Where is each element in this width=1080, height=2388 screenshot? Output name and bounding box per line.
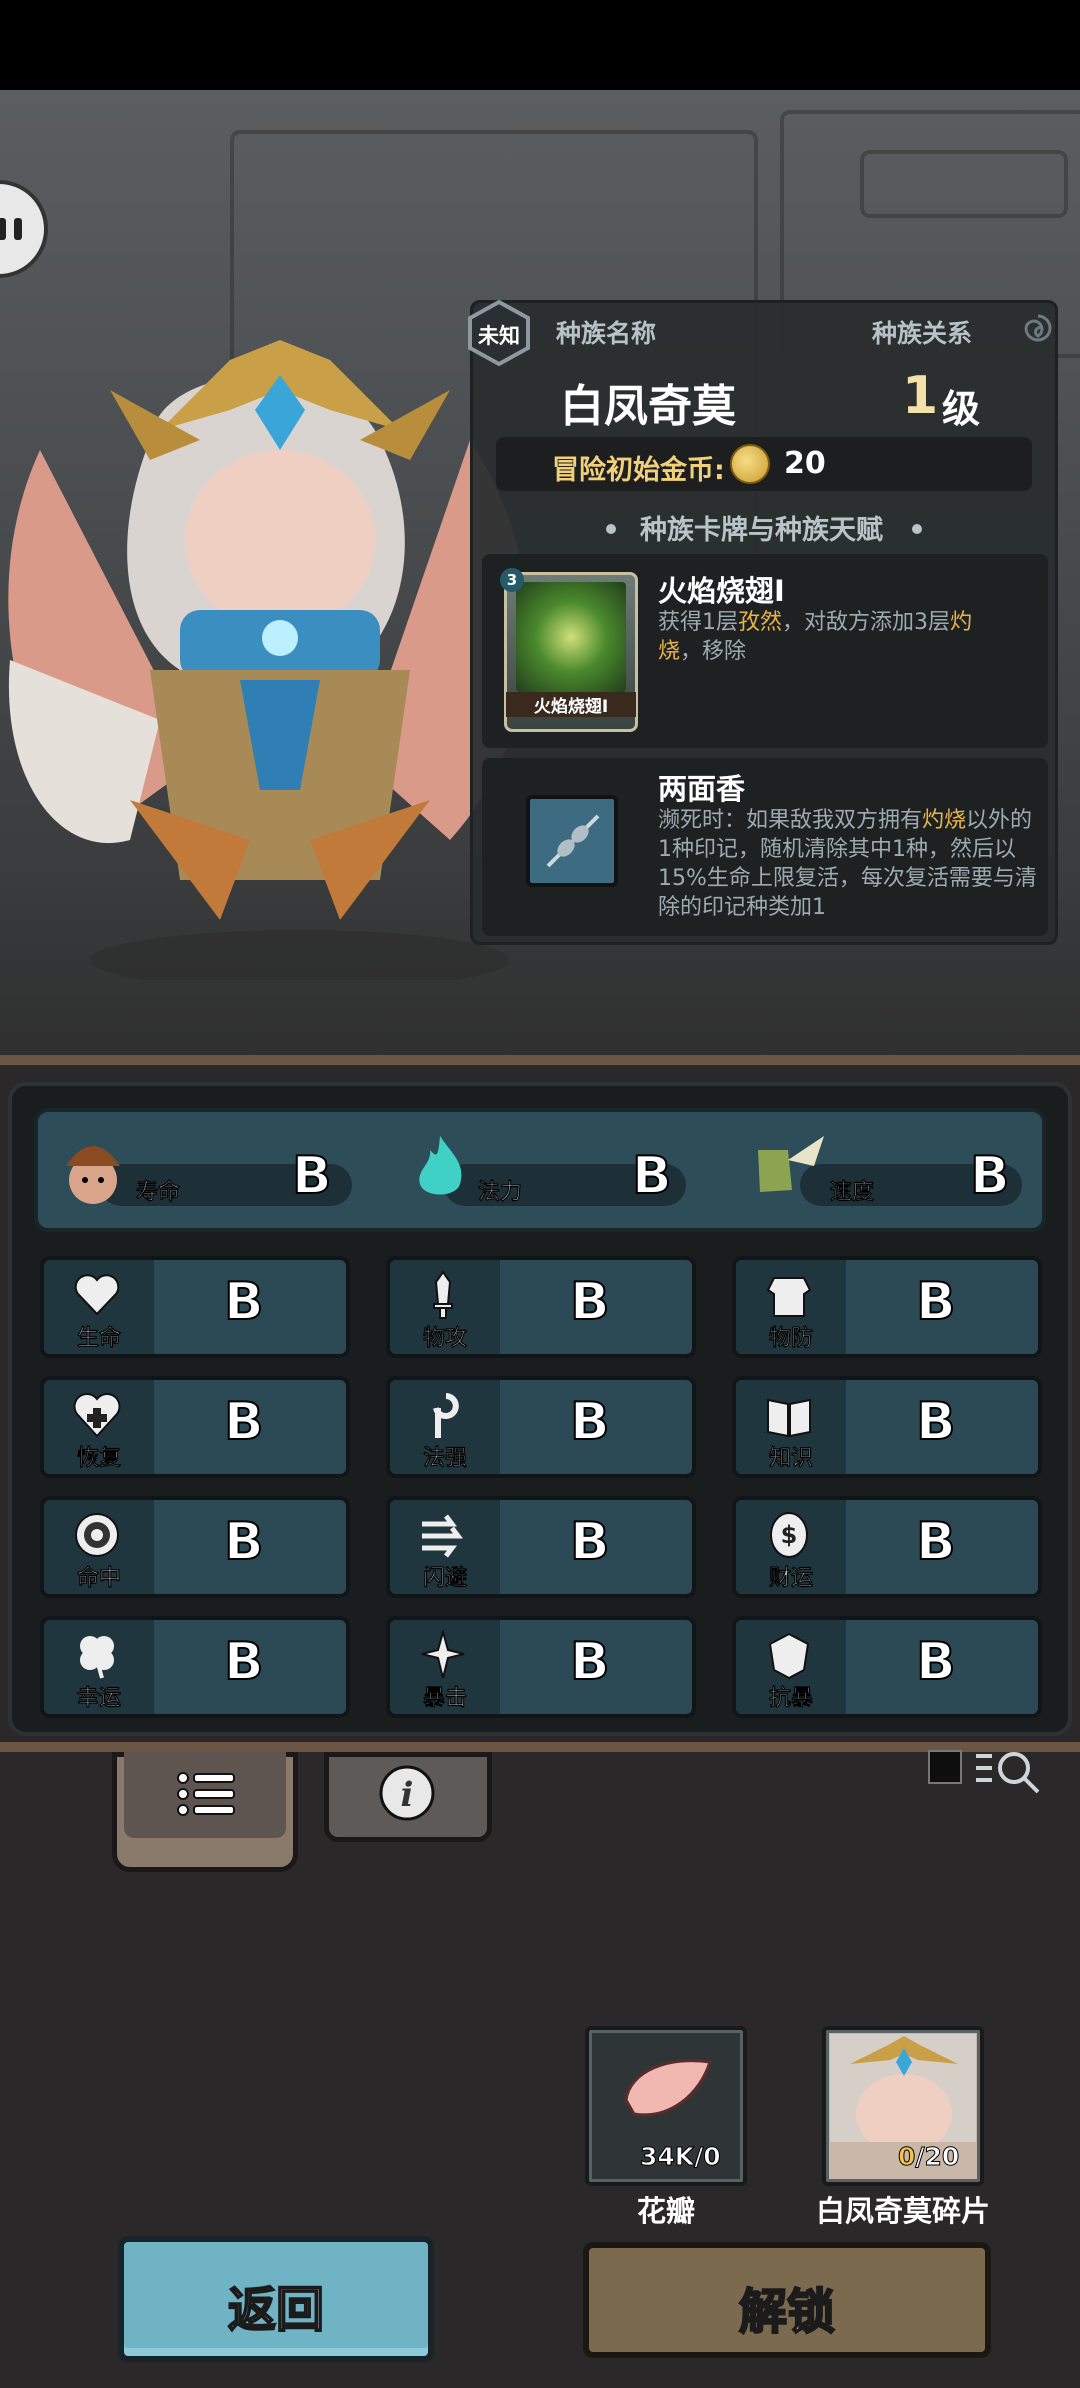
filter-toggle-checkbox[interactable] — [928, 1750, 962, 1784]
lifespan-label: 寿命 — [136, 1180, 181, 1206]
race-name: 白凤奇莫 — [560, 381, 736, 432]
unknown-badge-label: 未知 — [478, 324, 520, 348]
divider-dot-left — [606, 524, 616, 534]
divider-dot-right — [912, 524, 922, 534]
stat-grade: B — [223, 1271, 265, 1333]
book-icon — [767, 1398, 811, 1438]
sword-icon — [433, 1270, 453, 1319]
mana-grade: B — [631, 1145, 673, 1207]
stat-label: 财运 — [768, 1566, 814, 1592]
panel-frame-top — [0, 1055, 1080, 1065]
shard-name: 白凤奇莫碎片 — [815, 2194, 990, 2228]
race-card-thumb-label: 火焰烧翅I — [506, 692, 636, 717]
info-icon: i — [379, 1765, 435, 1821]
stat-label: 闪避 — [422, 1566, 468, 1592]
race-name-header: 种族名称 — [556, 319, 657, 348]
stat-cell[interactable]: 幸运 B — [40, 1616, 350, 1718]
stat-grade: B — [569, 1391, 611, 1453]
heart-plus-icon — [73, 1393, 121, 1438]
stat-label: 生命 — [76, 1326, 122, 1352]
race-level-unit: 级 — [942, 387, 981, 431]
section-title: 种族卡牌与种族天赋 — [640, 515, 883, 546]
unlock-button[interactable]: 解锁 — [583, 2242, 991, 2358]
speed-grade: B — [969, 1145, 1011, 1207]
race-relation-header[interactable]: 种族关系 — [872, 314, 972, 350]
petal-icon — [624, 2059, 712, 2117]
start-gold-value: 20 — [784, 446, 826, 481]
hero-portrait-icon — [830, 2034, 976, 2142]
stat-label: 幸运 — [76, 1686, 122, 1712]
blue-flame-icon — [419, 1136, 462, 1195]
stat-cell[interactable]: 命中 B — [40, 1496, 350, 1598]
stat-grade: B — [223, 1631, 265, 1693]
stat-label: 命中 — [76, 1566, 122, 1592]
unknown-badge-text-wrap: 未知 — [466, 300, 532, 366]
crit-burst-icon — [421, 1630, 465, 1679]
stat-cell[interactable]: $ 财运 B — [732, 1496, 1042, 1598]
list-icon — [177, 1772, 235, 1816]
race-level-number: 1 — [902, 366, 939, 426]
stat-label: 恢复 — [76, 1446, 122, 1472]
stat-grade: B — [569, 1271, 611, 1333]
skewer-icon — [546, 814, 600, 868]
gold-coin-icon — [730, 444, 770, 484]
stat-label: 法强 — [422, 1446, 468, 1472]
armor-icon — [766, 1277, 812, 1317]
petal-name: 花瓣 — [636, 2194, 695, 2228]
winged-boot-icon — [758, 1136, 824, 1192]
flame-wing-card-art — [516, 582, 626, 692]
status-bar — [0, 0, 1080, 90]
heart-icon — [74, 1274, 120, 1316]
stat-cell[interactable]: 法强 B — [386, 1376, 696, 1478]
stat-grade: B — [569, 1511, 611, 1573]
stat-cell[interactable]: 恢复 B — [40, 1376, 350, 1478]
stat-cell[interactable]: 抗暴 B — [732, 1616, 1042, 1718]
stat-cell[interactable]: 生命 B — [40, 1256, 350, 1358]
stat-grade: B — [915, 1271, 957, 1333]
petal-count: 34K/0 — [640, 2142, 722, 2172]
start-gold-label: 冒险初始金币: — [552, 455, 725, 486]
mana-label: 法力 — [478, 1180, 523, 1206]
race-talent-description: 濒死时：如果敌我双方拥有灼烧以外的1种印记，随机清除其中1种，然后以15%生命上… — [658, 808, 1037, 920]
race-talent-name: 两面香 — [658, 772, 746, 806]
stat-cell[interactable]: 暴击 B — [386, 1616, 696, 1718]
shield-burst-icon — [768, 1632, 810, 1680]
dodge-arrows-icon — [422, 1514, 463, 1558]
back-button-label: 返回 — [227, 2281, 325, 2339]
stat-label: 物防 — [768, 1326, 814, 1352]
stat-grade: B — [915, 1511, 957, 1573]
stat-grade: B — [569, 1631, 611, 1693]
search-list-icon[interactable] — [972, 1748, 1044, 1798]
staff-icon — [433, 1393, 459, 1438]
stat-grade: B — [223, 1391, 265, 1453]
stat-grade: B — [915, 1631, 957, 1693]
stat-cell[interactable]: 闪避 B — [386, 1496, 696, 1598]
back-button[interactable]: 返回 — [118, 2236, 434, 2362]
lifespan-grade: B — [291, 1145, 333, 1207]
stat-label: 暴击 — [422, 1686, 468, 1712]
unlock-button-label: 解锁 — [738, 2283, 836, 2341]
clover-icon — [80, 1636, 114, 1679]
stat-grade: B — [915, 1391, 957, 1453]
stat-label: 知识 — [768, 1446, 814, 1472]
target-icon — [75, 1513, 119, 1557]
race-card-description: 获得1层孜然，对敌方添加3层灼 烧，移除 — [658, 610, 973, 664]
stat-cell[interactable]: 物防 B — [732, 1256, 1042, 1358]
stat-label: 抗暴 — [768, 1686, 814, 1712]
coin-icon: $ — [770, 1512, 808, 1558]
race-card-name: 火焰烧翅I — [658, 574, 785, 608]
stat-label: 物攻 — [422, 1326, 468, 1352]
card-cost-badge: 3 — [500, 568, 524, 592]
stat-cell[interactable]: 知识 B — [732, 1376, 1042, 1478]
stat-grade: B — [223, 1511, 265, 1573]
svg-text:i: i — [401, 1775, 414, 1815]
swirl-icon — [1024, 314, 1052, 342]
stat-cell[interactable]: 物攻 B — [386, 1256, 696, 1358]
shard-count: 0/20 — [897, 2142, 960, 2172]
panel-frame-bottom — [0, 1742, 1080, 1752]
mushroom-head-icon — [66, 1146, 120, 1204]
speed-label: 速度 — [830, 1180, 875, 1206]
svg-text:$: $ — [781, 1521, 798, 1549]
